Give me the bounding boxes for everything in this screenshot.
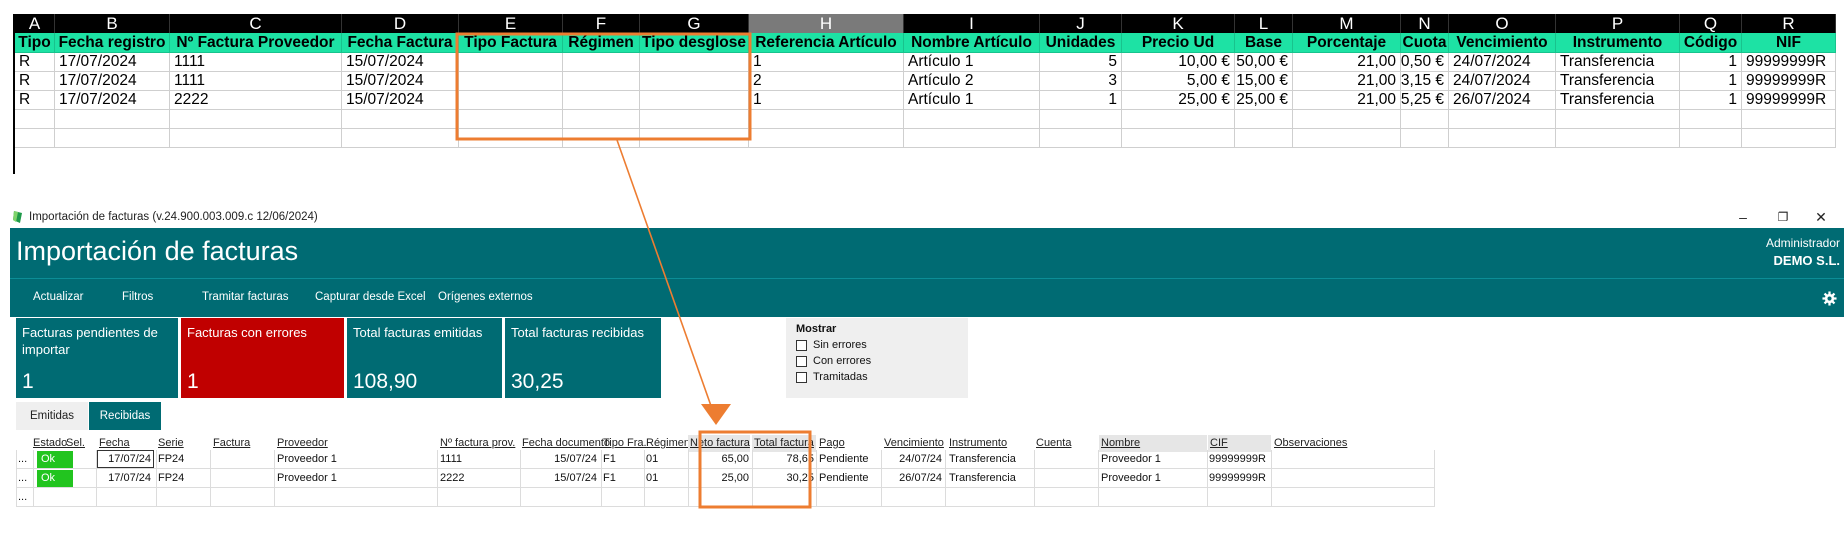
annotation-arrow-line — [616, 139, 717, 421]
annotation-arrowhead — [701, 404, 731, 425]
highlight-box-grid — [698, 430, 812, 509]
highlight-box-sheet — [455, 32, 752, 141]
annotation-overlay — [455, 32, 812, 509]
